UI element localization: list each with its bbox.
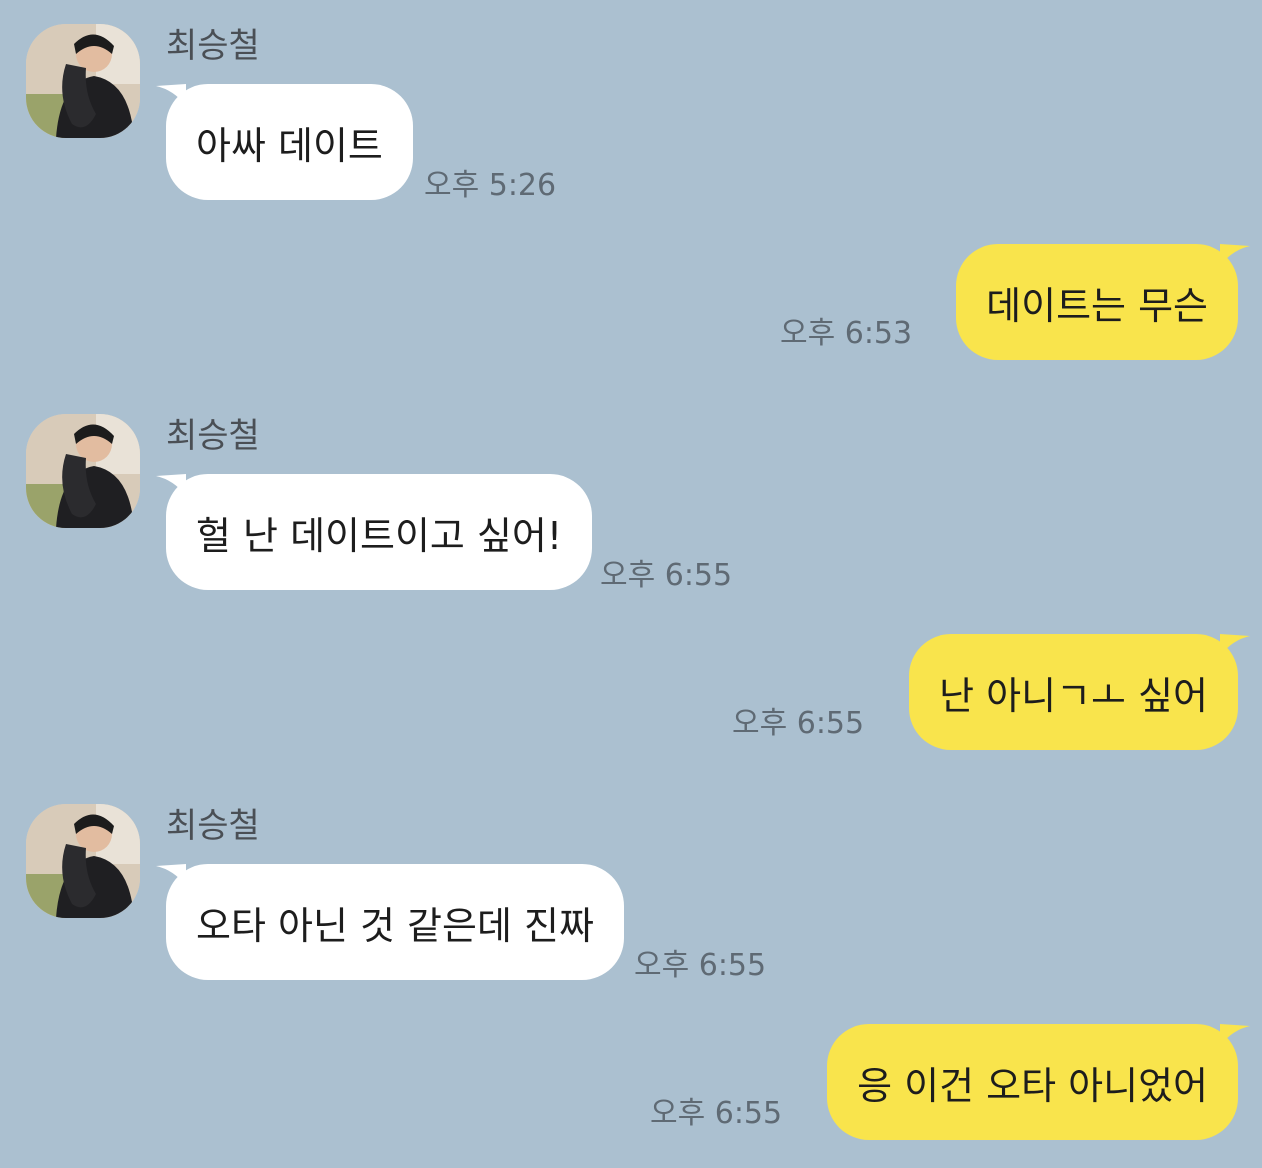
message-text: 응 이건 오타 아니었어	[857, 1063, 1208, 1108]
sender-avatar[interactable]	[26, 24, 140, 138]
sender-name: 최승철	[166, 806, 260, 846]
bubble-tail	[1220, 244, 1250, 266]
sender-avatar[interactable]	[26, 804, 140, 918]
sender-name: 최승철	[166, 416, 260, 456]
message-text: 난 아니ㄱㅗ 싶어	[939, 673, 1208, 718]
bubble-tail	[156, 864, 186, 886]
message-text: 헐 난 데이트이고 싶어!	[196, 513, 563, 558]
profile-photo-icon	[26, 414, 140, 528]
outgoing-message-bubble[interactable]: 난 아니ㄱㅗ 싶어	[909, 634, 1250, 750]
message-time: 오후 6:55	[634, 948, 767, 983]
message-time: 오후 6:55	[650, 1096, 783, 1131]
outgoing-message-bubble[interactable]: 응 이건 오타 아니었어	[827, 1024, 1250, 1140]
profile-photo-icon	[26, 804, 140, 918]
message-time: 오후 6:55	[600, 558, 733, 593]
incoming-message-bubble[interactable]: 헐 난 데이트이고 싶어!	[156, 474, 593, 590]
bubble-tail	[156, 474, 186, 496]
sender-avatar[interactable]	[26, 414, 140, 528]
message-time: 오후 5:26	[424, 168, 557, 203]
bubble-tail	[1220, 1024, 1250, 1046]
message-text: 오타 아닌 것 같은데 진짜	[196, 903, 594, 948]
incoming-message-bubble[interactable]: 오타 아닌 것 같은데 진짜	[156, 864, 624, 980]
message-time: 오후 6:53	[780, 316, 913, 351]
outgoing-message-bubble[interactable]: 데이트는 무슨	[956, 244, 1250, 360]
bubble-tail	[1220, 634, 1250, 656]
message-text: 데이트는 무슨	[986, 283, 1208, 328]
profile-photo-icon	[26, 24, 140, 138]
message-text: 아싸 데이트	[196, 123, 383, 168]
sender-name: 최승철	[166, 26, 260, 66]
incoming-message-bubble[interactable]: 아싸 데이트	[156, 84, 413, 200]
message-time: 오후 6:55	[732, 706, 865, 741]
bubble-tail	[156, 84, 186, 106]
